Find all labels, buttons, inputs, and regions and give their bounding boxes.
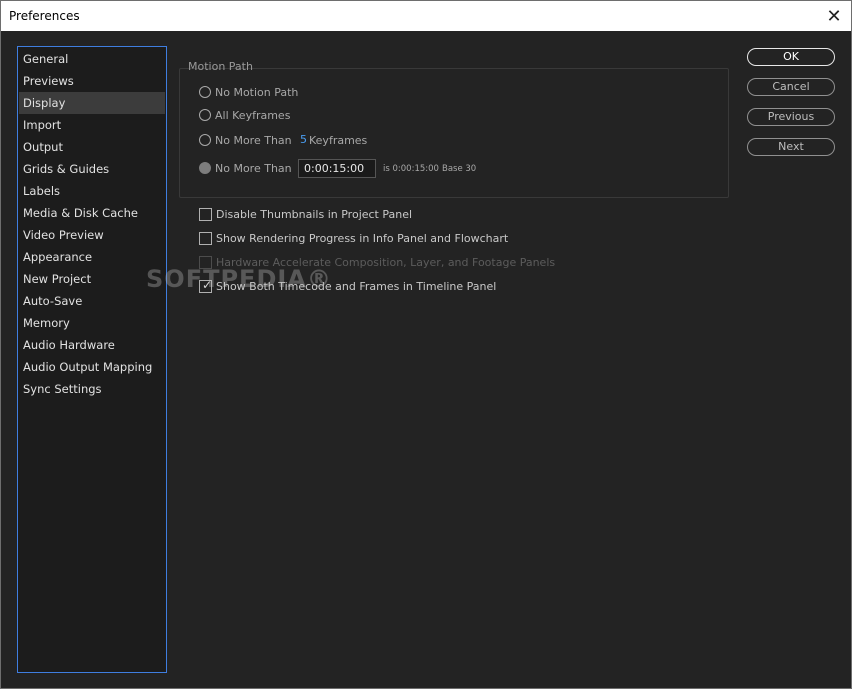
checkbox-rendering-progress[interactable]	[199, 232, 212, 245]
preferences-sidebar: General Previews Display Import Output G…	[17, 46, 167, 673]
close-icon: ✕	[826, 5, 842, 27]
next-button[interactable]: Next	[747, 138, 835, 156]
label-disable-thumbnails: Disable Thumbnails in Project Panel	[216, 208, 413, 221]
preferences-window: Preferences ✕ General Previews Display I…	[0, 0, 852, 689]
sidebar-item-memory[interactable]: Memory	[19, 312, 165, 334]
timecode-note: is 0:00:15:00	[383, 164, 439, 174]
motion-path-title: Motion Path	[188, 60, 253, 73]
window-title: Preferences	[9, 9, 80, 23]
label-max-keyframes: No More Than	[215, 134, 292, 147]
sidebar-item-import[interactable]: Import	[19, 114, 165, 136]
sidebar-item-grids-guides[interactable]: Grids & Guides	[19, 158, 165, 180]
radio-max-time[interactable]	[199, 162, 211, 174]
softpedia-watermark: SOFTPEDIA®	[146, 265, 332, 293]
label-rendering-progress: Show Rendering Progress in Info Panel an…	[216, 232, 509, 245]
label-no-motion-path: No Motion Path	[215, 86, 299, 99]
ok-button[interactable]: OK	[747, 48, 835, 66]
label-max-time: No More Than	[215, 162, 292, 175]
keyframes-unit-label: Keyframes	[309, 134, 368, 147]
title-bar: Preferences ✕	[1, 1, 851, 31]
sidebar-item-appearance[interactable]: Appearance	[19, 246, 165, 268]
close-button[interactable]: ✕	[817, 1, 851, 31]
timecode-input[interactable]	[298, 159, 376, 178]
label-all-keyframes: All Keyframes	[215, 109, 291, 122]
checkbox-disable-thumbnails[interactable]	[199, 208, 212, 221]
sidebar-item-audio-hardware[interactable]: Audio Hardware	[19, 334, 165, 356]
sidebar-item-display[interactable]: Display	[19, 92, 165, 114]
radio-all-keyframes[interactable]	[199, 109, 211, 121]
keyframes-count-value[interactable]: 5	[300, 133, 307, 146]
sidebar-item-audio-output-mapping[interactable]: Audio Output Mapping	[19, 356, 165, 378]
radio-max-keyframes[interactable]	[199, 134, 211, 146]
sidebar-item-general[interactable]: General	[19, 48, 165, 70]
sidebar-item-previews[interactable]: Previews	[19, 70, 165, 92]
radio-no-motion-path[interactable]	[199, 86, 211, 98]
sidebar-item-output[interactable]: Output	[19, 136, 165, 158]
sidebar-item-auto-save[interactable]: Auto-Save	[19, 290, 165, 312]
sidebar-item-video-preview[interactable]: Video Preview	[19, 224, 165, 246]
previous-button[interactable]: Previous	[747, 108, 835, 126]
base-note: Base 30	[442, 164, 477, 174]
sidebar-item-media-disk-cache[interactable]: Media & Disk Cache	[19, 202, 165, 224]
cancel-button[interactable]: Cancel	[747, 78, 835, 96]
sidebar-item-labels[interactable]: Labels	[19, 180, 165, 202]
sidebar-item-sync-settings[interactable]: Sync Settings	[19, 378, 165, 400]
sidebar-item-new-project[interactable]: New Project	[19, 268, 165, 290]
